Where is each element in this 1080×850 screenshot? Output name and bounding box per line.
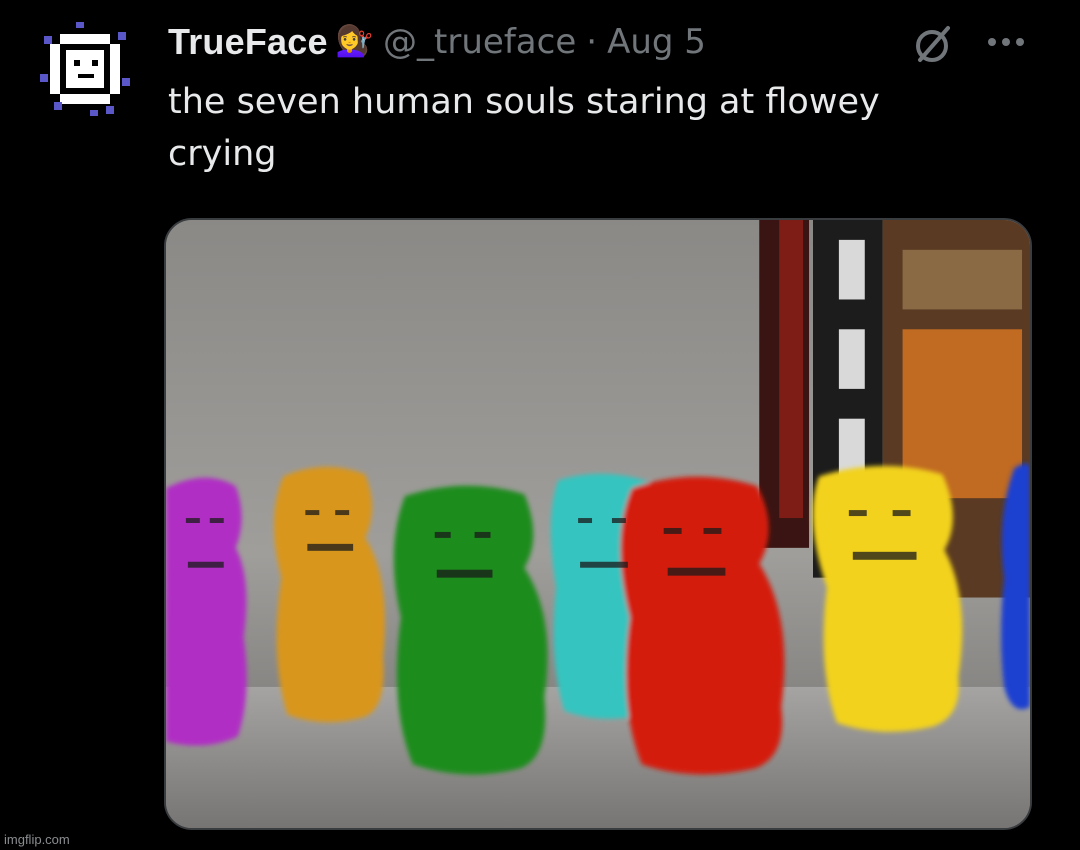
grok-icon [916, 26, 950, 62]
user-handle[interactable]: @_trueface [383, 22, 576, 62]
tweet-header: TrueFace 💇‍♀️ @_trueface · Aug 5 [168, 18, 706, 66]
more-options-button[interactable] [984, 22, 1028, 62]
display-name[interactable]: TrueFace [168, 21, 328, 63]
imgflip-watermark: imgflip.com [4, 832, 70, 847]
more-dots-icon [1002, 38, 1010, 46]
tweet-text-line: crying [168, 134, 277, 174]
profile-badge-emoji: 💇‍♀️ [335, 24, 374, 59]
tweet-date[interactable]: Aug 5 [607, 22, 706, 62]
tweet-media-image[interactable] [164, 218, 1032, 830]
header-separator: · [586, 22, 598, 62]
more-dots-icon [1016, 38, 1024, 46]
user-avatar[interactable] [30, 14, 140, 124]
gummy-bears-photo [166, 220, 1030, 828]
pixel-smiley-avatar-icon [32, 16, 138, 122]
grok-button[interactable] [910, 22, 956, 68]
tweet-text: the seven human souls staring at flowey … [168, 76, 968, 180]
more-dots-icon [988, 38, 996, 46]
tweet-text-line: the seven human souls staring at flowey [168, 82, 880, 122]
